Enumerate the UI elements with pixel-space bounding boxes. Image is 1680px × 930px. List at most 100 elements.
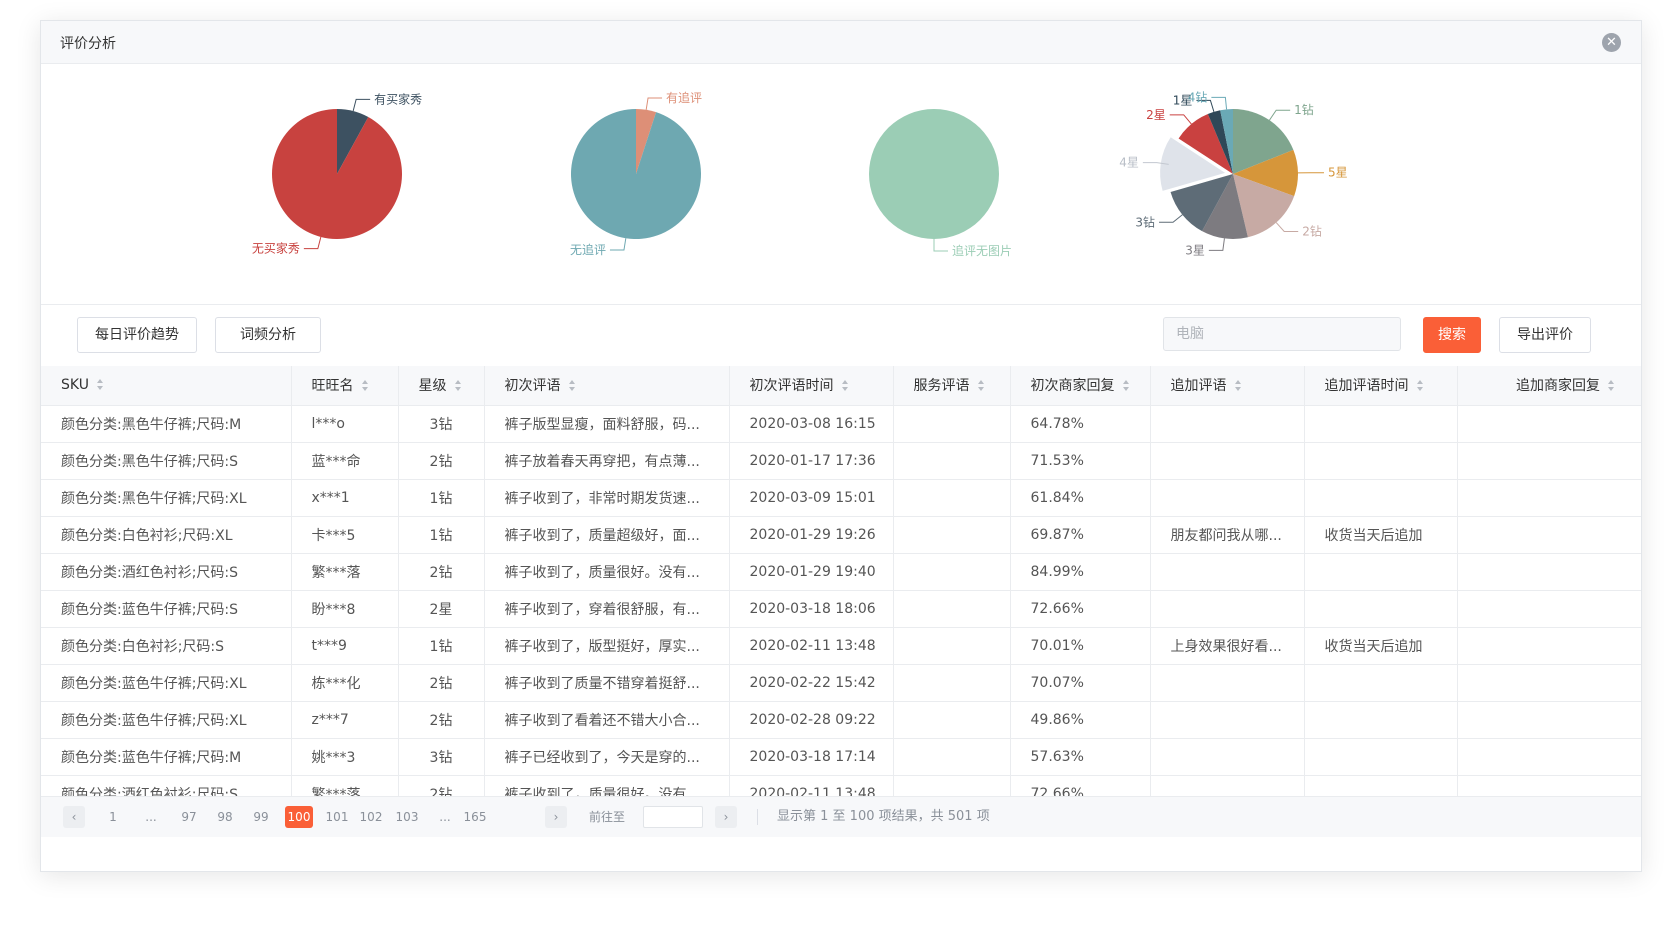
- table-cell: 2星: [398, 590, 485, 628]
- table-cell: [1150, 553, 1305, 591]
- table-cell: z***7: [291, 701, 399, 739]
- table-cell: 70.01%: [1010, 627, 1151, 665]
- table-cell: 2020-03-18 18:06: [729, 590, 894, 628]
- table-row[interactable]: 颜色分类:蓝色牛仔裤;尺码:XL 栋***化 2钻 裤子收到了质量不错穿着挺舒... 2…: [41, 664, 1641, 702]
- column-header-3[interactable]: 初次评语: [484, 366, 730, 406]
- table-row[interactable]: 颜色分类:蓝色牛仔裤;尺码:M 姚***3 3钻 裤子已经收到了，今天是穿的... 20…: [41, 738, 1641, 776]
- table-cell: 颜色分类:黑色牛仔裤;尺码:M: [41, 405, 292, 443]
- column-header-8[interactable]: 追加评语时间: [1304, 366, 1458, 406]
- word-frequency-button[interactable]: 词频分析: [215, 317, 321, 353]
- pie-label-line: [1211, 96, 1228, 110]
- sort-icon[interactable]: [1416, 379, 1424, 391]
- pie-label-line: [1275, 222, 1299, 233]
- table-cell: 裤子收到了，非常时期发货速...: [484, 479, 730, 517]
- window-titlebar: 评价分析 ✕: [41, 21, 1641, 64]
- page-103[interactable]: 103: [393, 806, 421, 828]
- table-cell: 颜色分类:黑色牛仔裤;尺码:XL: [41, 479, 292, 517]
- table-cell: 71.53%: [1010, 442, 1151, 480]
- pie-slice[interactable]: [570, 109, 701, 239]
- close-icon[interactable]: ✕: [1602, 33, 1621, 52]
- column-header-4[interactable]: 初次评语时间: [729, 366, 894, 406]
- column-label: 初次评语时间: [749, 378, 834, 395]
- column-header-2[interactable]: 星级: [398, 366, 485, 406]
- search-input[interactable]: [1163, 317, 1401, 351]
- table-row[interactable]: 颜色分类:蓝色牛仔裤;尺码:XL z***7 2钻 裤子收到了看着还不错大小合... 2…: [41, 701, 1641, 739]
- table-cell: 裤子已经收到了，今天是穿的...: [484, 738, 730, 776]
- window-title: 评价分析: [60, 36, 116, 52]
- sort-icon[interactable]: [841, 379, 849, 391]
- sort-icon[interactable]: [96, 378, 104, 390]
- pie-label: 无追评: [570, 242, 606, 257]
- column-header-6[interactable]: 初次商家回复: [1010, 366, 1151, 406]
- results-info: 显示第 1 至 100 项结果，共 501 项: [777, 809, 990, 824]
- pie-chart-buyer-show: 有买家秀无买家秀: [252, 91, 422, 255]
- goto-button[interactable]: ›: [715, 806, 737, 828]
- page-165[interactable]: 165: [461, 806, 489, 828]
- page-ellipsis: ...: [145, 810, 157, 824]
- next-page-button[interactable]: ›: [545, 806, 567, 828]
- page-97[interactable]: 97: [175, 806, 203, 828]
- table-cell: [1150, 442, 1305, 480]
- sort-icon[interactable]: [361, 379, 369, 391]
- daily-trend-button[interactable]: 每日评价趋势: [77, 317, 197, 353]
- pie-label: 2星: [1146, 108, 1166, 122]
- table-cell: [1150, 479, 1305, 517]
- sort-icon[interactable]: [1122, 379, 1130, 391]
- page-98[interactable]: 98: [211, 806, 239, 828]
- sort-icon[interactable]: [977, 379, 985, 391]
- page-100[interactable]: 100: [285, 806, 313, 828]
- pie-chart-follow-photo: 追评无图片: [869, 109, 1012, 258]
- column-header-7[interactable]: 追加评语: [1150, 366, 1305, 406]
- table-cell: [893, 664, 1011, 702]
- table-cell: 49.86%: [1010, 701, 1151, 739]
- column-header-1[interactable]: 旺旺名: [291, 366, 399, 406]
- pie-label-line: [1159, 214, 1183, 223]
- charts-area: 有买家秀 无买家秀 有追评 无追评 追评无图片 1钻 5星 2钻 3星 3钻 4星 2星 1星 4钻: [41, 64, 1641, 305]
- pie-slice[interactable]: [272, 109, 402, 240]
- review-analysis-window: 评价分析 ✕ 有买家秀 无买家秀 有追评 无追评 追评无图片 1钻 5星 2钻 3星 3钻 4星 2星…: [40, 20, 1642, 872]
- table-row[interactable]: 颜色分类:黑色牛仔裤;尺码:M l***o 3钻 裤子版型显瘦，面料舒服，码... 20…: [41, 405, 1641, 443]
- page-99[interactable]: 99: [247, 806, 275, 828]
- sort-icon[interactable]: [1608, 379, 1615, 391]
- table-cell: [1304, 701, 1458, 739]
- goto-page-input[interactable]: [643, 806, 703, 828]
- table-row[interactable]: 颜色分类:白色衬衫;尺码:XL 卡***5 1钻 裤子收到了，质量超级好，面... 20…: [41, 516, 1641, 554]
- table-cell: [1150, 738, 1305, 776]
- table-cell: [1150, 405, 1305, 443]
- table-cell: 57.63%: [1010, 738, 1151, 776]
- search-button[interactable]: 搜索: [1423, 317, 1481, 353]
- prev-page-button[interactable]: ‹: [63, 806, 85, 828]
- table-row[interactable]: 颜色分类:蓝色牛仔裤;尺码:S 盼***8 2星 裤子收到了，穿着很舒服，有... 20…: [41, 590, 1641, 628]
- table-cell: [1457, 701, 1641, 739]
- column-header-0[interactable]: SKU: [41, 366, 292, 406]
- table-cell: t***9: [291, 627, 399, 665]
- table-cell: 84.99%: [1010, 553, 1151, 591]
- table-cell: [1150, 664, 1305, 702]
- table-row[interactable]: 颜色分类:白色衬衫;尺码:S t***9 1钻 裤子收到了，版型挺好，厚实... 202…: [41, 627, 1641, 665]
- table-cell: [893, 442, 1011, 480]
- table-cell: 裤子收到了看着还不错大小合...: [484, 701, 730, 739]
- table-cell: 70.07%: [1010, 664, 1151, 702]
- table-cell: 2020-01-17 17:36: [729, 442, 894, 480]
- pie-chart-follow-review: 有追评无追评: [570, 90, 702, 257]
- table-header: SKU 旺旺名 星级 初次评语 初次评语时间 服务评语 初次商家回复 追加评语 追加评语时间 追加…: [41, 366, 1641, 406]
- page-1[interactable]: 1: [99, 806, 127, 828]
- column-header-5[interactable]: 服务评语: [893, 366, 1011, 406]
- sort-icon[interactable]: [568, 379, 576, 391]
- table-cell: [1304, 738, 1458, 776]
- page-102[interactable]: 102: [357, 806, 385, 828]
- table-row[interactable]: 颜色分类:黑色牛仔裤;尺码:S 蓝***命 2钻 裤子放着春天再穿把，有点薄... 20…: [41, 442, 1641, 480]
- sort-icon[interactable]: [1234, 379, 1242, 391]
- table-row[interactable]: 颜色分类:黑色牛仔裤;尺码:XL x***1 1钻 裤子收到了，非常时期发货速... 2…: [41, 479, 1641, 517]
- table-row[interactable]: 颜色分类:酒红色衬衫;尺码:S 繁***落 2钻 裤子收到了，质量很好。没有... 20…: [41, 553, 1641, 591]
- column-header-9[interactable]: 追加商家回复: [1457, 366, 1641, 406]
- table-body: 颜色分类:黑色牛仔裤;尺码:M l***o 3钻 裤子版型显瘦，面料舒服，码... 20…: [41, 405, 1641, 813]
- table-cell: 姚***3: [291, 738, 399, 776]
- page-101[interactable]: 101: [323, 806, 351, 828]
- export-button[interactable]: 导出评价: [1499, 317, 1591, 353]
- table-cell: [893, 627, 1011, 665]
- table-cell: 颜色分类:蓝色牛仔裤;尺码:M: [41, 738, 292, 776]
- pie-slice[interactable]: [869, 109, 999, 239]
- sort-icon[interactable]: [454, 379, 462, 391]
- table-cell: 裤子收到了质量不错穿着挺舒...: [484, 664, 730, 702]
